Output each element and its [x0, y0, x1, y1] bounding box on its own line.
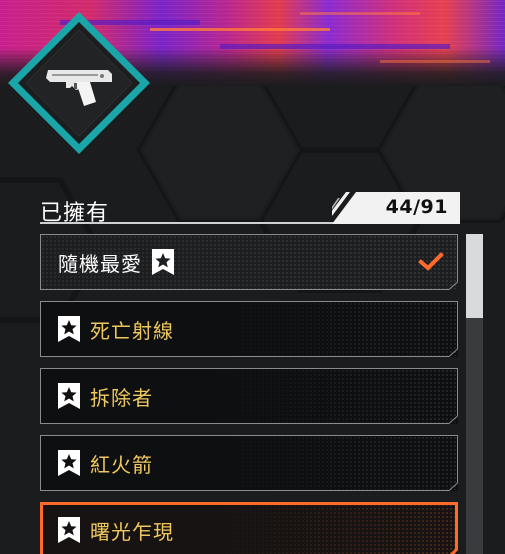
list-item-random-favorite[interactable]: 隨機最愛	[40, 234, 458, 290]
favorite-star-icon	[58, 450, 80, 476]
scrollbar-thumb[interactable]	[466, 234, 483, 318]
weapon-emblem	[4, 8, 154, 158]
owned-count-badge: 44/91	[332, 192, 460, 224]
favorite-star-icon	[58, 383, 80, 409]
list-item-label: 隨機最愛	[58, 252, 142, 276]
list-item-label: 拆除者	[90, 386, 153, 410]
list-item-label: 死亡射線	[90, 319, 174, 343]
favorite-star-icon	[58, 316, 80, 342]
owned-count: 44/91	[385, 196, 448, 218]
checkmark-icon	[418, 252, 444, 271]
favorite-star-icon	[152, 249, 174, 275]
list-item-label: 紅火箭	[90, 453, 153, 477]
favorite-star-icon	[58, 517, 80, 543]
list-item-dawn-breaks[interactable]: 曙光乍現	[40, 502, 458, 554]
list-item-red-rocket[interactable]: 紅火箭	[40, 435, 458, 491]
favorites-list: 隨機最愛 死亡射線 拆除者 紅火箭 曙光乍現	[40, 234, 458, 554]
list-item-death-ray[interactable]: 死亡射線	[40, 301, 458, 357]
list-item-label: 曙光乍現	[90, 520, 174, 544]
list-item-demolisher[interactable]: 拆除者	[40, 368, 458, 424]
